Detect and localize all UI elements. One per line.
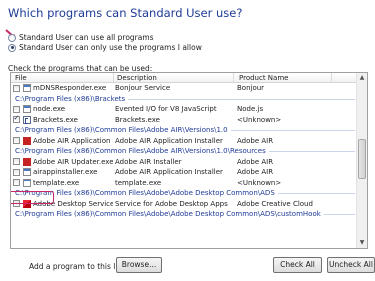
group-header-row[interactable]: C:\Program Files (x86)\Common Files\Adob…: [11, 209, 357, 220]
radio-allowed-programs[interactable]: Standard User can only use the programs …: [8, 43, 202, 52]
scroll-thumb[interactable]: [358, 139, 366, 179]
program-checkbox[interactable]: [13, 105, 20, 113]
check-all-button[interactable]: Check All: [273, 257, 322, 273]
browse-button[interactable]: Browse...: [116, 257, 162, 273]
exe-icon: [23, 105, 31, 113]
group-path: C:\Program Files (x86)\Brackets: [15, 94, 126, 103]
group-divider: [324, 214, 355, 215]
group-header-row[interactable]: C:\Program Files (x86)\Common Files\Adob…: [11, 188, 357, 199]
product-name-cell: Bonjour: [237, 84, 265, 92]
highlight-box: [11, 191, 54, 204]
exe-icon: [23, 168, 31, 176]
description-cell: template.exe: [115, 178, 162, 187]
product-name-cell: Node.js: [237, 105, 264, 113]
program-row[interactable]: Adobe Desktop Service....Service for Ado…: [11, 199, 357, 210]
product-name-cell: Adobe Creative Cloud: [237, 199, 313, 208]
radio-button[interactable]: [8, 33, 16, 42]
program-checkbox[interactable]: [13, 158, 20, 165]
file-name-cell: Brackets.exe: [33, 115, 78, 124]
description-cell: Brackets.exe: [115, 115, 160, 124]
product-name-cell: Adobe AIR: [237, 168, 274, 176]
column-divider[interactable]: [113, 73, 114, 83]
exe-icon: [23, 84, 31, 92]
product-name-cell: <Unknown>: [237, 178, 282, 187]
program-row[interactable]: Adobe AIR Updater.exe Adobe AIR Installer…: [11, 157, 357, 168]
exe-icon: [23, 178, 31, 187]
program-checkbox[interactable]: [13, 168, 20, 176]
group-header-row[interactable]: C:\Program Files (x86)\Common Files\Adob…: [11, 146, 357, 157]
group-path: C:\Program Files (x86)\Common Files\Adob…: [15, 147, 266, 155]
adobe-air-icon: [23, 157, 31, 166]
column-divider[interactable]: [331, 73, 332, 83]
group-header-row[interactable]: C:\Program Files (x86)\Common Files\Adob…: [11, 125, 357, 136]
program-checkbox[interactable]: [13, 179, 20, 186]
product-name-cell: Adobe AIR: [237, 136, 274, 145]
program-row[interactable]: airappinstaller.exe Adobe AIR Application…: [11, 167, 357, 178]
program-list[interactable]: File Description Product Name mDNSRespon…: [10, 72, 368, 249]
program-row[interactable]: node.exe Evented I/O for V8 JavaScript Nod…: [11, 104, 357, 115]
brackets-icon: [23, 115, 31, 124]
page-title: Which programs can Standard User use?: [8, 6, 243, 20]
uncheck-all-button[interactable]: Uncheck All: [327, 257, 375, 273]
radio-label: Standard User can use all programs: [19, 33, 154, 42]
program-row[interactable]: Adobe AIR Application I... Adobe AIR Appl…: [11, 136, 357, 147]
scroll-up-icon[interactable]: ▲: [357, 73, 367, 83]
program-row[interactable]: Brackets.exe Brackets.exe <Unknown>: [11, 114, 357, 126]
list-header: File Description Product Name: [11, 73, 367, 83]
program-row[interactable]: mDNSResponder.exe Bonjour Service Bonjour: [11, 83, 357, 94]
list-rows: mDNSResponder.exe Bonjour Service Bonjour C…: [11, 83, 357, 220]
radio-all-programs[interactable]: Standard User can use all programs: [8, 33, 154, 42]
group-path: C:\Program Files (x86)\Common Files\Adob…: [15, 210, 321, 218]
description-cell: Adobe AIR Application Installer: [115, 136, 223, 145]
description-cell: Adobe AIR Application Installer: [115, 168, 223, 176]
description-cell: Service for Adobe Desktop Apps: [115, 199, 228, 208]
description-cell: Adobe AIR Installer: [115, 157, 182, 166]
group-path: C:\Program Files (x86)\Common Files\Adob…: [15, 126, 228, 134]
file-name-cell: template.exe: [33, 178, 80, 187]
column-divider[interactable]: [233, 73, 234, 83]
group-divider: [278, 193, 355, 194]
description-cell: Evented I/O for V8 JavaScript: [115, 105, 217, 113]
adobe-air-icon: [23, 136, 31, 145]
column-header-description[interactable]: Description: [117, 74, 157, 82]
add-program-label: Add a program to this list:: [29, 262, 127, 271]
file-name-cell: node.exe: [33, 105, 66, 113]
program-checkbox[interactable]: [13, 137, 20, 144]
group-divider: [269, 151, 355, 152]
product-name-cell: <Unknown>: [237, 115, 282, 124]
description-cell: Bonjour Service: [115, 84, 171, 92]
product-name-cell: Adobe AIR: [237, 157, 274, 166]
program-row[interactable]: template.exe template.exe <Unknown>: [11, 178, 357, 189]
group-divider: [231, 130, 355, 131]
group-divider: [128, 98, 355, 100]
radio-button[interactable]: [8, 43, 16, 52]
column-header-file[interactable]: File: [15, 74, 27, 82]
program-checkbox[interactable]: [13, 114, 20, 123]
group-header-row[interactable]: C:\Program Files (x86)\Brackets: [11, 94, 357, 105]
vertical-scrollbar[interactable]: ▲ ▼: [356, 73, 367, 248]
file-name-cell: airappinstaller.exe: [33, 168, 98, 176]
column-header-product[interactable]: Product Name: [239, 74, 288, 82]
program-checkbox[interactable]: [13, 84, 20, 92]
scroll-down-icon[interactable]: ▼: [357, 238, 367, 248]
file-name-cell: Adobe AIR Updater.exe: [33, 157, 113, 166]
radio-label: Standard User can only use the programs …: [19, 43, 202, 52]
file-name-cell: mDNSResponder.exe: [33, 84, 107, 92]
file-name-cell: Adobe AIR Application I...: [33, 136, 113, 145]
